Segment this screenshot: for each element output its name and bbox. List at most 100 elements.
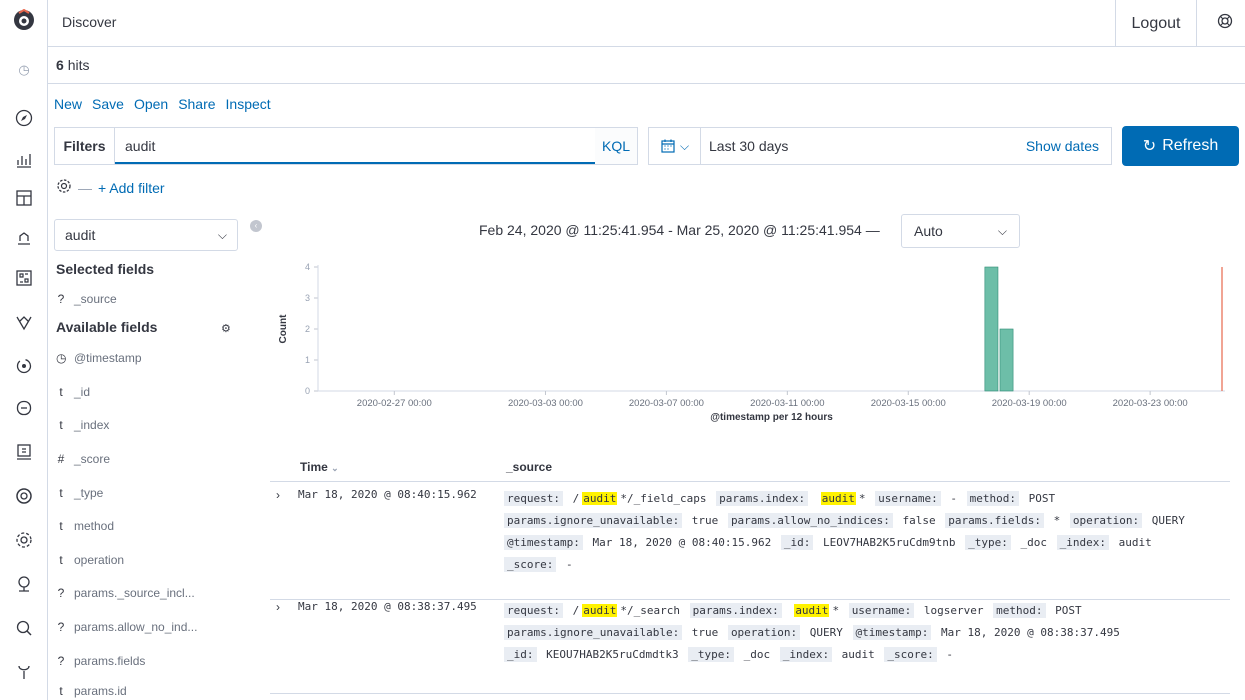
field-type-icon: ? (57, 586, 65, 600)
source-value: KEOU7HAB2K5ruCdmdtk3 (539, 648, 686, 661)
kibana-logo-icon[interactable] (12, 8, 36, 32)
chevron-down-icon: ⌵ (997, 223, 1007, 238)
x-tick-label: 2020-03-15 00:00 (871, 398, 946, 409)
table-row[interactable]: › Mar 18, 2020 @ 08:40:15.962 request: / au… (270, 488, 1230, 600)
source-key: params.allow_no_indices: (727, 513, 893, 528)
source-value (808, 492, 821, 505)
histogram-chart: 0 1 2 3 4 Count 2020-02-27 00:00 2020-03-03 00:… (278, 262, 1225, 423)
interval-select[interactable]: Auto ⌵ (901, 214, 1020, 248)
canvas-icon[interactable] (12, 266, 36, 290)
sort-icon[interactable]: ⌄ (331, 463, 339, 473)
source-line: _id: KEOU7HAB2K5ruCdmdtk3 _type: _doc _i… (504, 644, 1228, 666)
source-key: params.index: (716, 491, 809, 506)
source-value: logserver (917, 604, 991, 617)
security-icon[interactable] (12, 484, 36, 508)
dev-tools-icon[interactable] (12, 396, 36, 420)
source-value: - (943, 492, 964, 505)
filter-settings-icon[interactable] (56, 178, 72, 197)
kql-toggle[interactable]: KQL (595, 138, 637, 154)
field-type-icon: ? (57, 620, 65, 634)
source-key: method: (993, 603, 1046, 618)
field-item[interactable]: t _index (56, 418, 109, 432)
field-item[interactable]: ? params.fields (56, 654, 146, 668)
source-key: _id: (780, 535, 814, 550)
breadcrumb-discover[interactable]: Discover (62, 14, 116, 30)
field-name: _id (74, 385, 91, 399)
source-value: POST (1022, 492, 1056, 505)
menu-inspect[interactable]: Inspect (226, 96, 271, 112)
search-profiler-icon[interactable] (12, 616, 36, 640)
source-line: params.ignore_unavailable: true operatio… (504, 622, 1228, 644)
show-dates-link[interactable]: Show dates (1026, 138, 1111, 154)
source-value: * (1046, 514, 1067, 527)
field-name: params.allow_no_ind... (74, 620, 198, 634)
filter-row: — + Add filter (56, 178, 165, 197)
visualize-icon[interactable] (12, 148, 36, 172)
discover-icon[interactable] (12, 106, 36, 130)
field-type-icon: t (59, 418, 63, 432)
field-item[interactable]: t operation (56, 553, 124, 567)
source-key: params.ignore_unavailable: (504, 513, 683, 528)
query-input[interactable]: audit (115, 128, 595, 164)
source-key: _index: (1056, 535, 1109, 550)
x-tick-label: 2020-03-03 00:00 (508, 398, 583, 409)
index-pattern-value: audit (65, 227, 96, 243)
highlight-match: audit (582, 492, 618, 505)
selected-fields-title: Selected fields (56, 261, 155, 277)
date-picker: ⌵ Last 30 days Show dates (648, 127, 1112, 165)
field-item[interactable]: ? params._source_incl... (56, 586, 195, 600)
add-filter-button[interactable]: + Add filter (98, 180, 165, 196)
field-item[interactable]: ◷ @timestamp (56, 351, 142, 365)
collapse-sidebar-icon[interactable]: ‹ (250, 220, 262, 232)
filters-label[interactable]: Filters (55, 128, 115, 164)
field-item[interactable]: # _score (56, 452, 110, 466)
y-axis-label: Count (278, 314, 289, 344)
menu-share[interactable]: Share (178, 96, 215, 112)
source-value: */_field_caps (620, 492, 714, 505)
source-value: */_search (620, 604, 687, 617)
field-item[interactable]: ? _source (56, 292, 117, 306)
wazuh-icon[interactable] (12, 310, 36, 334)
quick-select-button[interactable]: ⌵ (649, 128, 701, 164)
menu-open[interactable]: Open (134, 96, 168, 112)
date-range-text[interactable]: Last 30 days (701, 138, 1026, 154)
refresh-label: Refresh (1162, 137, 1219, 154)
source-value: _doc (736, 648, 777, 661)
timelion-icon[interactable] (12, 226, 36, 250)
monitoring-icon[interactable] (12, 572, 36, 596)
recently-viewed-icon[interactable]: ◷ (12, 58, 36, 82)
source-value: QUERY (1145, 514, 1185, 527)
expand-row-icon[interactable]: › (276, 488, 280, 502)
hits-count: 6 hits (56, 57, 90, 73)
expand-row-icon[interactable]: › (276, 600, 280, 614)
field-settings-gear-icon[interactable]: ⚙ (221, 322, 231, 335)
table-row[interactable]: › Mar 18, 2020 @ 08:38:37.495 request: / au… (270, 600, 1230, 694)
menu-new[interactable]: New (54, 96, 82, 112)
field-item[interactable]: ? params.allow_no_ind... (56, 620, 198, 634)
index-pattern-select[interactable]: audit ⌵ (54, 219, 238, 251)
logout-button[interactable]: Logout (1115, 0, 1197, 47)
field-item[interactable]: t params.id (56, 684, 126, 698)
histogram-bar (984, 266, 999, 392)
settings-gear-icon[interactable] (12, 528, 36, 552)
help-icon[interactable] (1217, 13, 1233, 34)
source-key: params.ignore_unavailable: (504, 625, 683, 640)
alerts-icon[interactable] (12, 354, 36, 378)
source-column-header: _source (506, 460, 553, 474)
dashboard-icon[interactable] (12, 186, 36, 210)
source-value: POST (1048, 604, 1082, 617)
management-icon[interactable] (12, 660, 36, 684)
chevron-down-icon: ⌵ (217, 227, 227, 242)
field-item[interactable]: t method (56, 519, 114, 533)
clock-icon: ◷ (56, 351, 67, 365)
time-column-header[interactable]: Time ⌄ (300, 460, 339, 474)
field-item[interactable]: t _type (56, 486, 103, 500)
source-key: _type: (965, 535, 1011, 550)
source-value: true (685, 626, 725, 639)
reporting-icon[interactable] (12, 440, 36, 464)
field-type-icon: t (59, 553, 63, 567)
y-tick-label: 1 (305, 355, 310, 365)
refresh-button[interactable]: ↻ Refresh (1122, 126, 1239, 166)
field-item[interactable]: t _id (56, 385, 90, 399)
menu-save[interactable]: Save (92, 96, 124, 112)
